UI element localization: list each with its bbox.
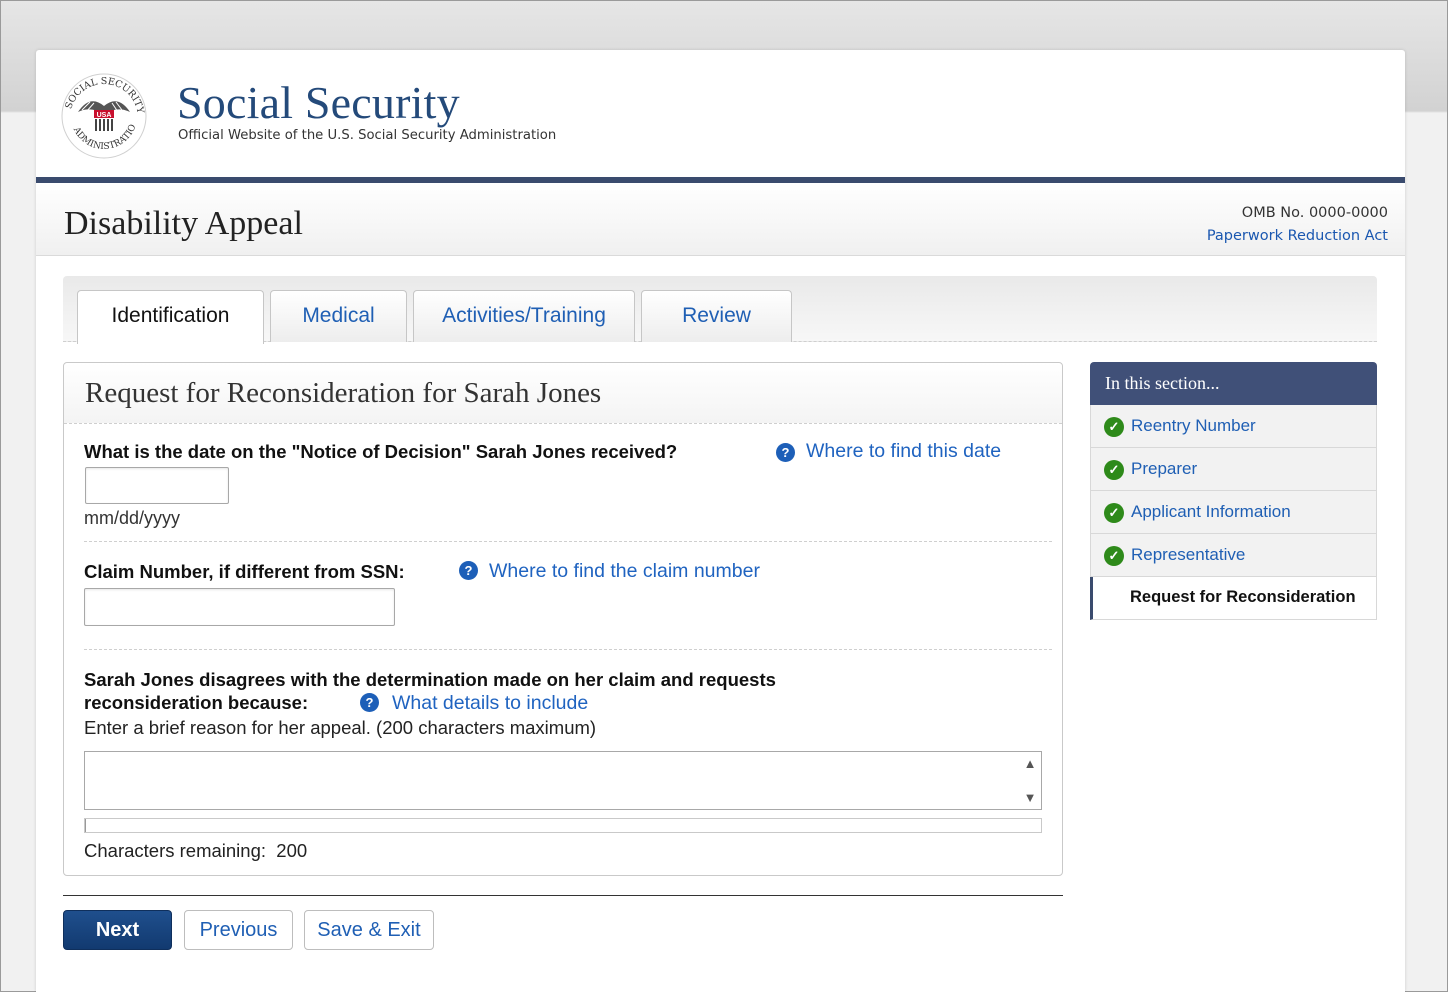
notice-date-input[interactable] — [85, 467, 229, 504]
help-icon[interactable]: ? — [360, 693, 379, 712]
claim-number-label: Claim Number, if different from SSN: — [84, 561, 405, 582]
reason-instruction: Enter a brief reason for her appeal. (20… — [84, 717, 597, 738]
reason-textarea[interactable]: ▲ ▼ — [84, 751, 1042, 810]
save-exit-button[interactable]: Save & Exit — [304, 910, 434, 950]
help-icon[interactable]: ? — [459, 561, 478, 580]
check-circle-icon: ✓ — [1104, 460, 1124, 480]
form-footer-rule — [63, 895, 1063, 896]
tab-identification[interactable]: Identification — [77, 290, 264, 344]
tab-activities-training[interactable]: Activities/Training — [413, 290, 635, 342]
site-title[interactable]: Social Security — [177, 76, 460, 129]
previous-button[interactable]: Previous — [184, 910, 293, 950]
page-container: SOCIAL SECURITY ADMINISTRATION USA Socia… — [36, 50, 1405, 992]
notice-date-label: What is the date on the "Notice of Decis… — [84, 441, 678, 462]
character-count-bar — [84, 818, 1042, 833]
scroll-down-arrow-icon[interactable]: ▼ — [1023, 791, 1037, 805]
site-subtitle: Official Website of the U.S. Social Secu… — [178, 128, 557, 143]
sidenav-item-applicant-information[interactable]: ✓ Applicant Information — [1090, 491, 1377, 534]
sidenav-item-request-for-reconsideration[interactable]: Request for Reconsideration — [1090, 577, 1377, 620]
scroll-up-arrow-icon[interactable]: ▲ — [1023, 757, 1037, 771]
sidenav-item-label: Reentry Number — [1131, 416, 1256, 435]
sidenav-item-label: Preparer — [1131, 459, 1198, 478]
ssa-seal-logo: SOCIAL SECURITY ADMINISTRATION USA — [56, 65, 148, 160]
section-sidenav: In this section... ✓ Reentry Number ✓ Pr… — [1090, 362, 1377, 620]
app-title-band: Disability Appeal OMB No. 0000-0000 Pape… — [36, 183, 1405, 256]
omb-number: OMB No. 0000-0000 — [1241, 205, 1388, 221]
form-panel: Request for Reconsideration for Sarah Jo… — [63, 362, 1063, 876]
help-icon[interactable]: ? — [776, 443, 795, 462]
reconsideration-reason-label-line2: reconsideration because: — [84, 692, 309, 713]
sidenav-item-representative[interactable]: ✓ Representative — [1090, 534, 1377, 577]
sidenav-item-label: Applicant Information — [1131, 502, 1291, 521]
check-circle-icon: ✓ — [1104, 417, 1124, 437]
where-to-find-claim-number-link[interactable]: Where to find the claim number — [489, 560, 760, 583]
claim-number-input[interactable] — [84, 588, 395, 626]
sidenav-item-label: Request for Reconsideration — [1130, 588, 1356, 606]
svg-text:USA: USA — [97, 112, 112, 119]
characters-remaining-text: Characters remaining: 200 — [84, 840, 307, 862]
where-to-find-date-link[interactable]: Where to find this date — [806, 440, 1001, 463]
form-panel-header: Request for Reconsideration for Sarah Jo… — [64, 363, 1062, 424]
reconsideration-reason-label-line1: Sarah Jones disagrees with the determina… — [84, 669, 776, 690]
sidenav-item-reentry-number[interactable]: ✓ Reentry Number — [1090, 405, 1377, 448]
omb-info: OMB No. 0000-0000 Paperwork Reduction Ac… — [1207, 202, 1388, 248]
check-circle-icon: ✓ — [1104, 503, 1124, 523]
sidenav-heading: In this section... — [1090, 362, 1377, 405]
characters-remaining-label: Characters remaining: — [84, 840, 266, 861]
page-title: Disability Appeal — [64, 205, 303, 242]
character-count-bar-fill — [85, 819, 86, 832]
paperwork-reduction-link[interactable]: Paperwork Reduction Act — [1207, 225, 1388, 248]
section-divider — [84, 649, 1052, 650]
site-header: SOCIAL SECURITY ADMINISTRATION USA Socia… — [36, 50, 1405, 177]
form-title: Request for Reconsideration for Sarah Jo… — [85, 377, 602, 409]
sidenav-item-label: Representative — [1131, 545, 1246, 564]
sidenav-item-preparer[interactable]: ✓ Preparer — [1090, 448, 1377, 491]
section-divider — [84, 541, 1052, 542]
tab-review[interactable]: Review — [641, 290, 792, 342]
characters-remaining-count: 200 — [276, 840, 308, 861]
section-tabs: Identification Medical Activities/Traini… — [63, 276, 1377, 344]
next-button[interactable]: Next — [63, 910, 172, 950]
what-details-to-include-link[interactable]: What details to include — [392, 692, 588, 715]
date-format-hint: mm/dd/yyyy — [84, 508, 181, 528]
tab-medical[interactable]: Medical — [270, 290, 407, 342]
check-circle-icon: ✓ — [1104, 546, 1124, 566]
